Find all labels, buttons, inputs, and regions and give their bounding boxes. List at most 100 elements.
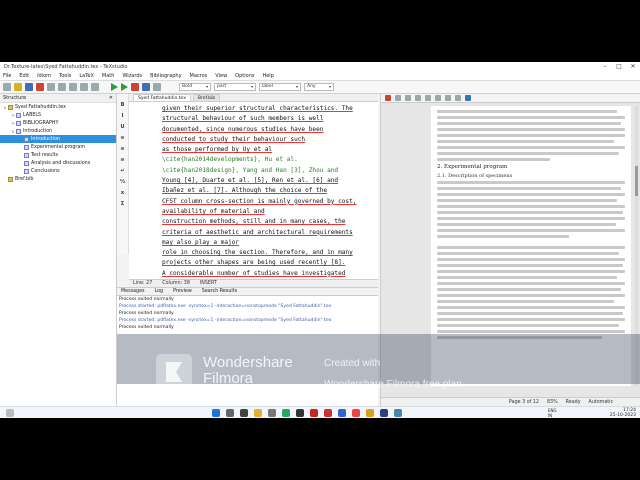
pdf-sync-icon[interactable]: [465, 95, 471, 101]
tab-messages[interactable]: Messages: [121, 289, 145, 294]
code-line: documented, since numerous studies have …: [162, 125, 324, 133]
scroll-thumb[interactable]: [635, 166, 638, 196]
start-icon[interactable]: [212, 409, 220, 417]
tree-item-bibfile[interactable]: Bref.bib: [0, 175, 116, 183]
zoom-level[interactable]: 83%: [547, 400, 558, 405]
fraction-icon[interactable]: ½: [120, 179, 125, 185]
view-pdf-icon[interactable]: [142, 83, 150, 91]
structure-panel: Structure ✕ v Syed Fattahuddin.tex > LAB…: [0, 94, 117, 406]
pdf-zoom-out-icon[interactable]: [445, 95, 451, 101]
paste-icon[interactable]: [91, 83, 99, 91]
menu-tools[interactable]: Tools: [59, 73, 71, 79]
newline-icon[interactable]: ↵: [120, 168, 124, 174]
language-indicator[interactable]: ENG IN: [548, 408, 557, 418]
pdf-fit-width-icon[interactable]: [455, 95, 461, 101]
pdf-zoom-in-icon[interactable]: [435, 95, 441, 101]
mode-indicator: INSERT: [199, 281, 217, 286]
tab-search-results[interactable]: Search Results: [202, 289, 237, 294]
tab-bib[interactable]: Bref.bib: [192, 94, 221, 101]
store-icon[interactable]: [268, 409, 276, 417]
message-line: Process exited normally: [119, 325, 174, 330]
compile-icon[interactable]: [121, 83, 128, 91]
maximize-button[interactable]: □: [612, 62, 626, 72]
tree-item-introduction-parent[interactable]: v Introduction: [0, 127, 116, 135]
tree-item-document[interactable]: v Syed Fattahuddin.tex: [0, 103, 116, 111]
menu-wizards[interactable]: Wizards: [122, 73, 142, 79]
pdf-last-page-icon[interactable]: [425, 95, 431, 101]
file-explorer-icon[interactable]: [254, 409, 262, 417]
stop-icon[interactable]: [131, 83, 139, 91]
section-icon: [24, 144, 29, 150]
section-combo[interactable]: part ▾: [214, 83, 256, 91]
side-icon-strip: B I U ≡ ≡ ≡ ↵ ½ x Σ: [117, 94, 129, 254]
tree-item-test-results[interactable]: Test results: [0, 151, 116, 159]
menu-math[interactable]: Math: [102, 73, 115, 79]
menu-edit[interactable]: Edit: [19, 73, 29, 79]
bold-icon[interactable]: B: [121, 102, 125, 108]
tree-item-introduction[interactable]: Introduction: [0, 135, 116, 143]
code-area[interactable]: given their superior structural characte…: [129, 102, 378, 279]
message-line: Process started: pdflatex.exe -synctex=1…: [119, 304, 332, 309]
font-style-combo[interactable]: Bold ▾: [179, 83, 211, 91]
tree-item-experimental-program[interactable]: Experimental program: [0, 143, 116, 151]
clock[interactable]: 17:24 25-10-2023: [610, 408, 636, 418]
search-icon[interactable]: [226, 409, 234, 417]
menu-options[interactable]: Options: [235, 73, 254, 79]
tree-item-labels[interactable]: > LABELS: [0, 111, 116, 119]
media-icon[interactable]: [324, 409, 332, 417]
size-combo[interactable]: Any ▾: [304, 83, 334, 91]
cut-icon[interactable]: [69, 83, 77, 91]
subscript-icon[interactable]: x: [121, 190, 124, 196]
tiktok-icon[interactable]: [296, 409, 304, 417]
align-left-icon[interactable]: ≡: [120, 135, 124, 141]
youtube-icon[interactable]: [310, 409, 318, 417]
italic-icon[interactable]: I: [122, 113, 124, 119]
tab-preview[interactable]: Preview: [173, 289, 192, 294]
close-file-icon[interactable]: [36, 83, 44, 91]
menu-idiom[interactable]: Idiom: [37, 73, 51, 79]
close-panel-icon[interactable]: ✕: [109, 95, 113, 101]
powerpoint-icon[interactable]: [366, 409, 374, 417]
pdf-prev-page-icon[interactable]: [405, 95, 411, 101]
open-folder-icon[interactable]: [14, 83, 22, 91]
menu-bibliography[interactable]: Bibliography: [150, 73, 181, 79]
menu-latex[interactable]: LaTeX: [79, 73, 94, 79]
pdf-next-page-icon[interactable]: [415, 95, 421, 101]
chrome-icon[interactable]: [352, 409, 360, 417]
tab-log[interactable]: Log: [155, 289, 164, 294]
underline-icon[interactable]: U: [120, 124, 124, 130]
task-view-icon[interactable]: [240, 409, 248, 417]
main-toolbar: Bold ▾ part ▾ label ▾ Any ▾: [0, 81, 640, 94]
close-button[interactable]: ✕: [626, 62, 640, 72]
tab-main-tex[interactable]: Syed Fattahuddin.tex: [133, 94, 191, 101]
build-view-icon[interactable]: [111, 83, 118, 91]
tree-item-bibliography[interactable]: > BIBLIOGRAPHY: [0, 119, 116, 127]
minimize-button[interactable]: –: [598, 62, 612, 72]
save-icon[interactable]: [25, 83, 33, 91]
whatsapp-icon[interactable]: [282, 409, 290, 417]
pdf-close-icon[interactable]: [385, 95, 391, 101]
menu-macros[interactable]: Macros: [190, 73, 208, 79]
filmora-icon[interactable]: [394, 409, 402, 417]
texstudio-icon[interactable]: [380, 409, 388, 417]
menu-file[interactable]: File: [3, 73, 11, 79]
edge-icon[interactable]: [338, 409, 346, 417]
new-file-icon[interactable]: [3, 83, 11, 91]
align-right-icon[interactable]: ≡: [120, 157, 124, 163]
pdf-first-page-icon[interactable]: [395, 95, 401, 101]
reference-combo[interactable]: label ▾: [259, 83, 301, 91]
view-log-icon[interactable]: [153, 83, 161, 91]
menu-help[interactable]: Help: [262, 73, 273, 79]
redo-icon[interactable]: [58, 83, 66, 91]
weather-icon[interactable]: [6, 409, 14, 417]
sum-icon[interactable]: Σ: [121, 201, 124, 207]
pdf-status-bar: Page 3 of 12 83% Ready Automatic: [381, 397, 640, 406]
sync-mode[interactable]: Automatic: [589, 400, 614, 405]
menu-view[interactable]: View: [215, 73, 227, 79]
tree-item-conclusions[interactable]: Conclusions: [0, 167, 116, 175]
align-center-icon[interactable]: ≡: [120, 146, 124, 152]
undo-icon[interactable]: [47, 83, 55, 91]
tree-item-analysis[interactable]: Analysis and discussions: [0, 159, 116, 167]
line-indicator: Line: 27: [133, 281, 153, 286]
copy-icon[interactable]: [80, 83, 88, 91]
